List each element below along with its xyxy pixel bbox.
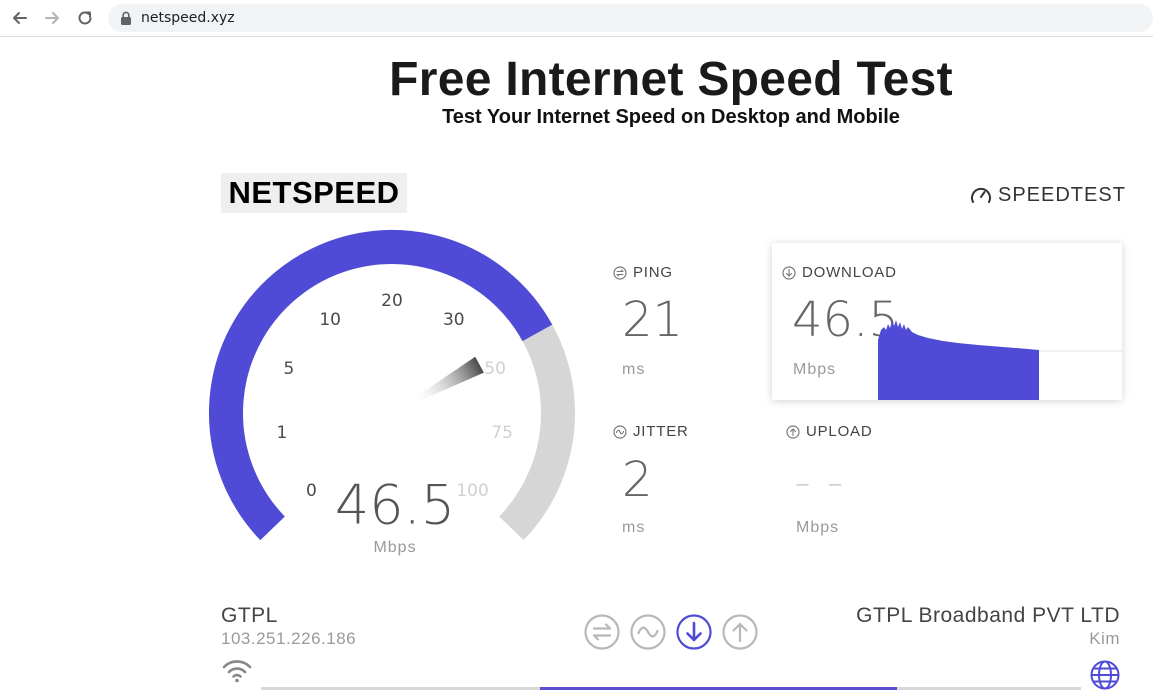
reload-icon[interactable] (76, 9, 94, 27)
page: netspeed.xyz Free Internet Speed Test Te… (0, 0, 1153, 695)
upload-label-text: UPLOAD (806, 423, 873, 440)
gauge-unit: Mbps (373, 539, 417, 556)
gauge-tick-label: 30 (442, 309, 465, 330)
upload-step-icon[interactable] (721, 613, 759, 651)
test-progress-fill (540, 687, 897, 690)
address-bar[interactable]: netspeed.xyz (108, 4, 1153, 32)
speedtest-logo[interactable]: SPEEDTEST (970, 183, 1126, 207)
url-text[interactable]: netspeed.xyz (141, 10, 235, 26)
globe-icon[interactable] (1089, 659, 1121, 691)
upload-label: UPLOAD (786, 423, 873, 440)
back-arrow-icon[interactable] (11, 9, 29, 27)
upload-icon (786, 424, 800, 439)
jitter-step-icon[interactable] (629, 613, 667, 651)
test-progress-bar (261, 687, 1081, 690)
ping-value: 21 (622, 292, 684, 348)
isp-ip: 103.251.226.186 (221, 629, 357, 648)
page-subtitle: Test Your Internet Speed on Desktop and … (442, 106, 900, 128)
gauge-needle (410, 356, 484, 405)
gauge-tick-label: 100 (456, 480, 489, 501)
ping-label: PING (613, 264, 673, 281)
jitter-label-text: JITTER (633, 423, 689, 440)
download-graph (878, 320, 1122, 400)
upload-value: – – (795, 466, 847, 501)
jitter-label: JITTER (613, 423, 689, 440)
netspeed-logo[interactable]: NETSPEED (221, 173, 407, 213)
page-title: Free Internet Speed Test (389, 53, 953, 106)
speedometer-icon (971, 187, 991, 203)
gauge-tick-label: 75 (491, 423, 513, 444)
lock-icon[interactable] (120, 11, 132, 25)
jitter-value: 2 (622, 452, 653, 508)
gauge-tick-label: 5 (283, 359, 295, 380)
forward-arrow-icon[interactable] (43, 9, 61, 27)
browser-toolbar: netspeed.xyz (0, 0, 1153, 37)
gauge-tick-label: 0 (305, 480, 317, 501)
wifi-icon (222, 660, 252, 683)
ping-label-text: PING (633, 264, 673, 281)
server-location: Kim (1089, 629, 1120, 648)
download-icon (782, 265, 796, 280)
gauge-tick-label: 10 (319, 309, 342, 330)
upload-unit: Mbps (796, 519, 840, 536)
jitter-icon (613, 424, 627, 439)
download-unit: Mbps (793, 361, 837, 378)
gauge-value: 46.5 (334, 473, 456, 537)
gauge-tick-label: 20 (381, 291, 403, 311)
ping-icon (613, 265, 627, 280)
isp-name: GTPL (221, 604, 278, 627)
gauge-tick-label: 1 (276, 423, 288, 444)
ping-step-icon[interactable] (583, 613, 621, 651)
server-name: GTPL Broadband PVT LTD (856, 604, 1120, 627)
gauge-tick-label: 50 (484, 359, 506, 380)
download-label: DOWNLOAD (782, 264, 897, 281)
download-graph-area (878, 320, 1039, 400)
jitter-unit: ms (622, 519, 646, 536)
download-step-icon[interactable] (675, 613, 713, 651)
download-label-text: DOWNLOAD (802, 264, 897, 281)
speedtest-logo-text: SPEEDTEST (998, 183, 1126, 206)
ping-unit: ms (622, 361, 646, 378)
